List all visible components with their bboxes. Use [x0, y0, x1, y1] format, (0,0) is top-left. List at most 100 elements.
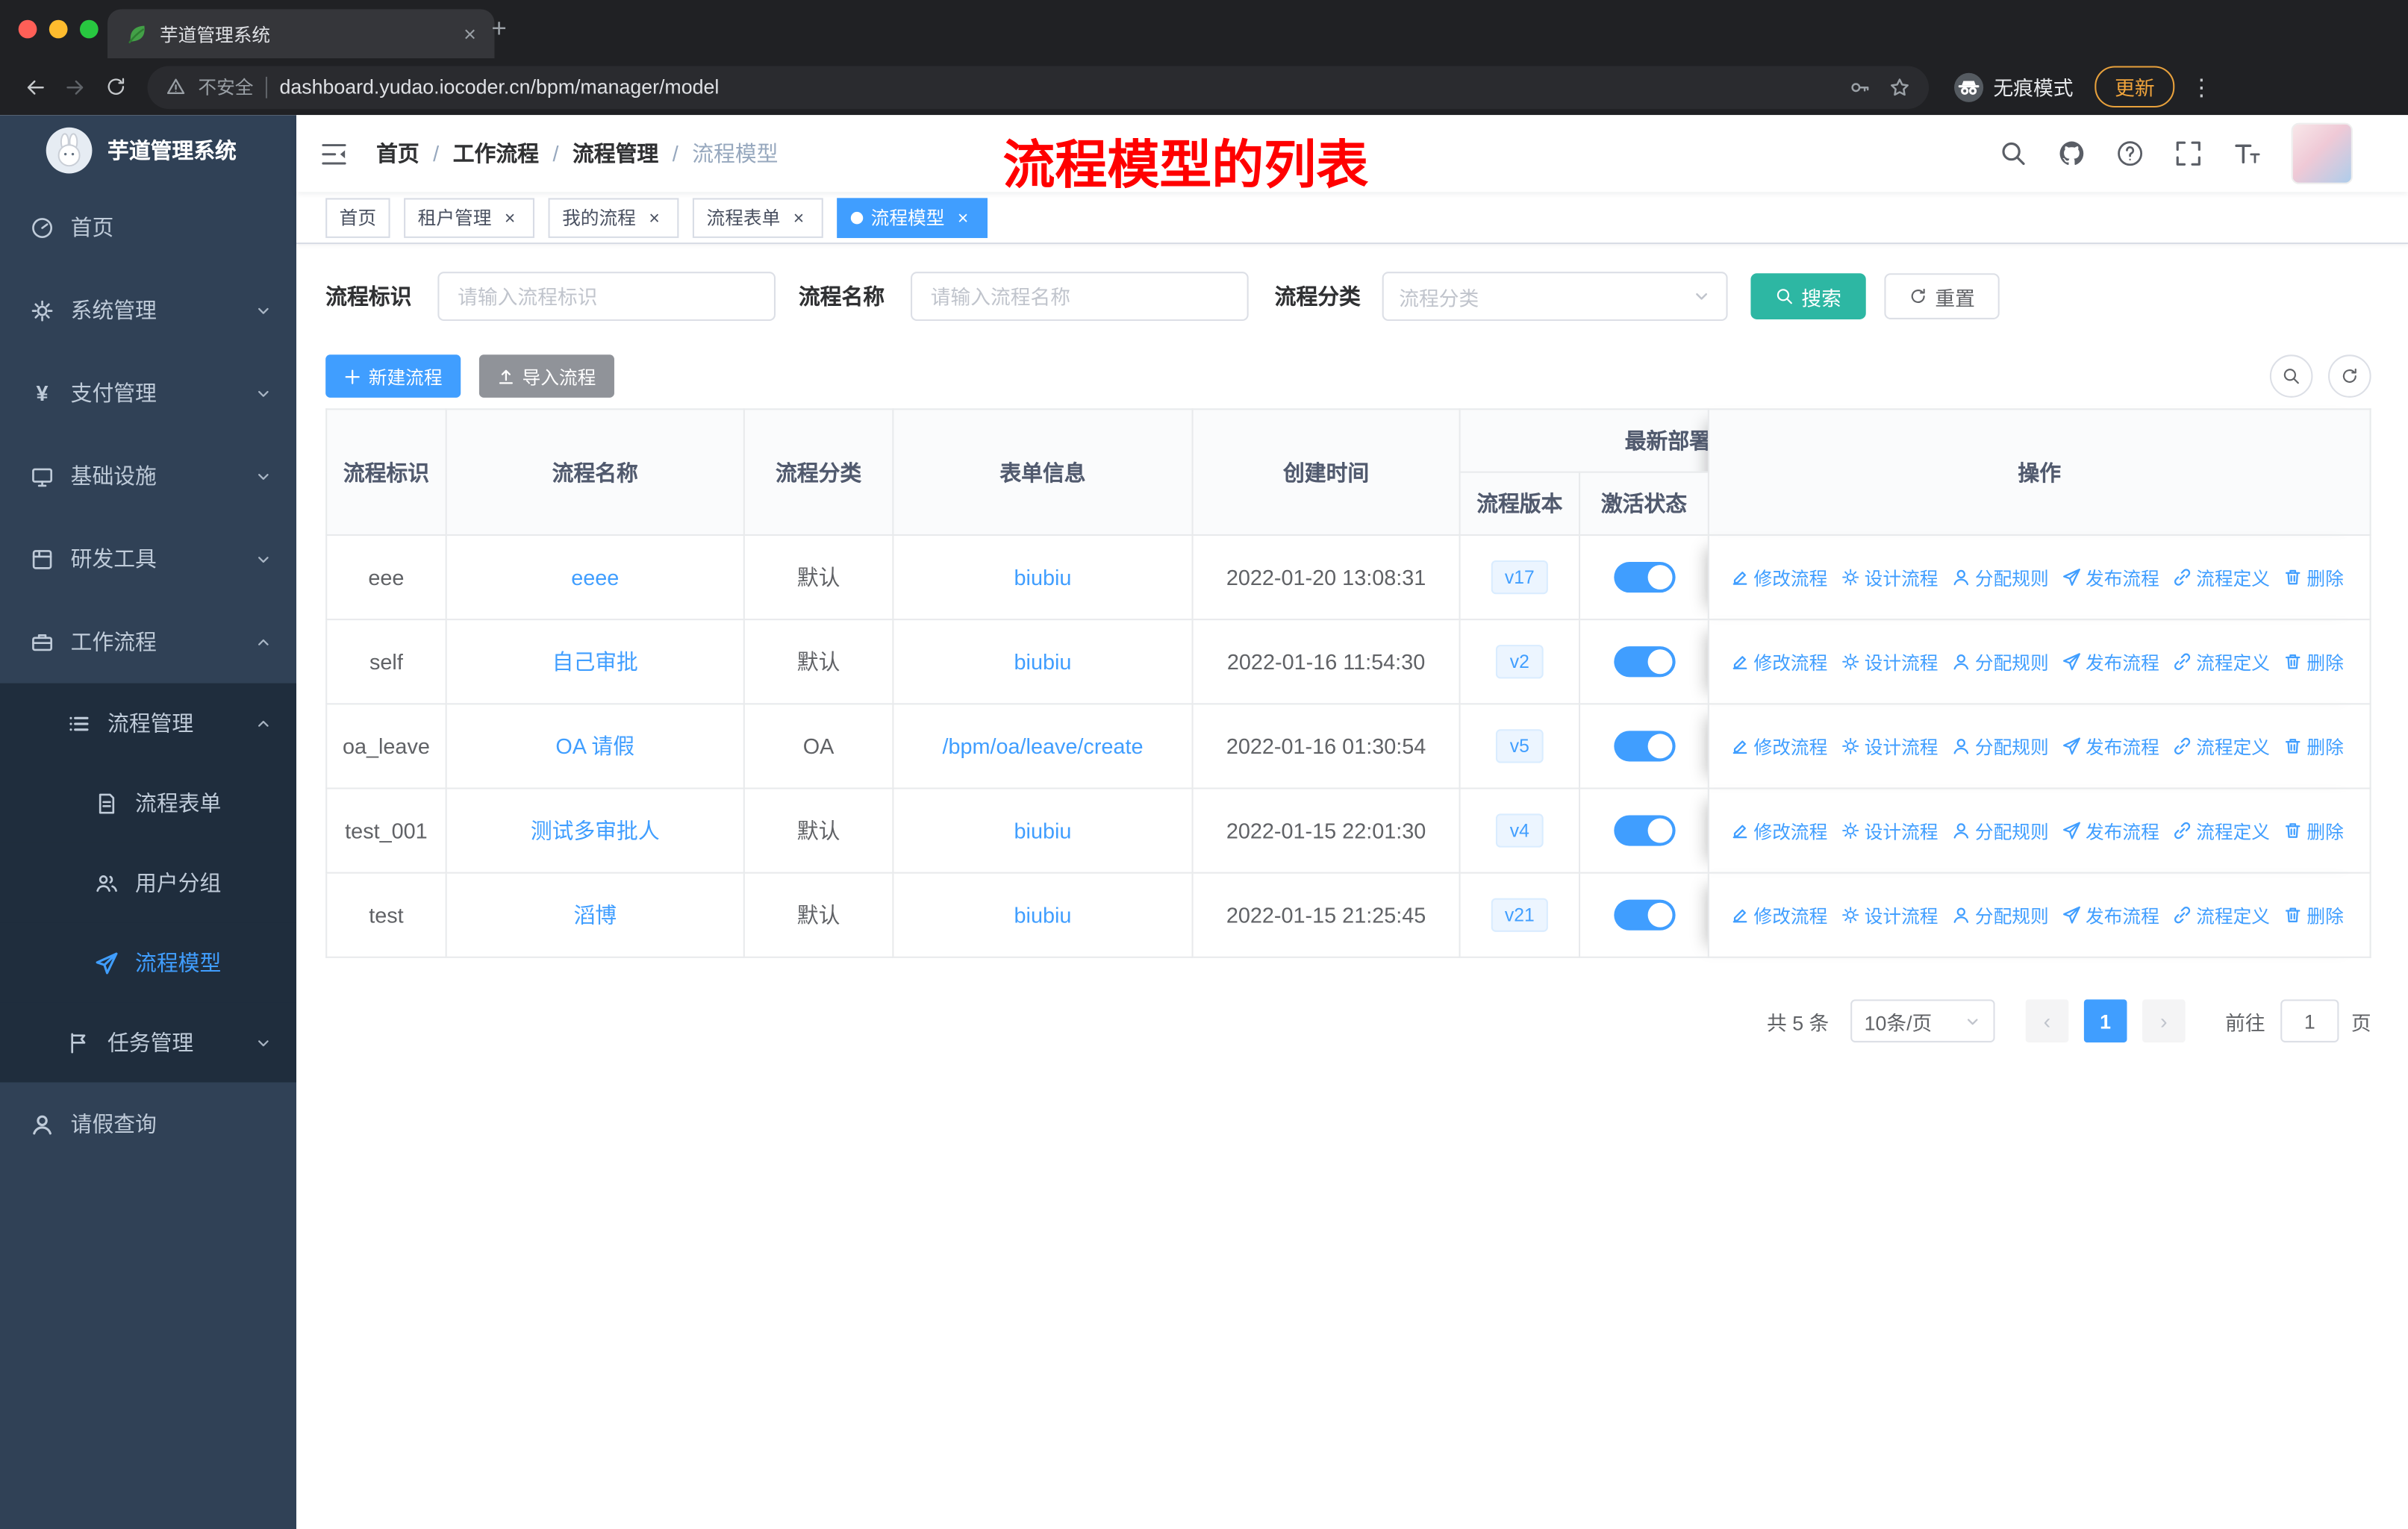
- action-edit-process[interactable]: 修改流程: [1731, 902, 1827, 928]
- active-toggle[interactable]: [1613, 899, 1675, 931]
- active-toggle[interactable]: [1613, 815, 1675, 846]
- bookmark-star-icon[interactable]: [1889, 76, 1911, 98]
- address-bar[interactable]: 不安全 dashboard.yudao.iocoder.cn/bpm/manag…: [147, 65, 1930, 109]
- close-icon[interactable]: ×: [499, 207, 521, 228]
- process-name-link[interactable]: 滔博: [573, 903, 617, 928]
- form-info-link[interactable]: biubiu: [1014, 903, 1072, 928]
- form-info-link[interactable]: biubiu: [1014, 819, 1072, 843]
- action-design-process[interactable]: 设计流程: [1841, 733, 1938, 759]
- action-assign-rule[interactable]: 分配规则: [1952, 564, 2049, 590]
- action-edit-process[interactable]: 修改流程: [1731, 818, 1827, 844]
- action-assign-rule[interactable]: 分配规则: [1952, 648, 2049, 675]
- form-info-link[interactable]: /bpm/oa/leave/create: [942, 734, 1143, 758]
- sidebar-item-payment[interactable]: ¥ 支付管理: [0, 351, 296, 434]
- question-icon[interactable]: [2116, 140, 2144, 167]
- breadcrumb-workflow[interactable]: 工作流程: [453, 138, 539, 169]
- action-publish-process[interactable]: 发布流程: [2062, 648, 2159, 675]
- url-text[interactable]: dashboard.yudao.iocoder.cn/bpm/manager/m…: [279, 75, 719, 99]
- action-design-process[interactable]: 设计流程: [1841, 902, 1938, 928]
- font-size-icon[interactable]: [2233, 140, 2260, 167]
- github-icon[interactable]: [2058, 140, 2086, 167]
- action-design-process[interactable]: 设计流程: [1841, 564, 1938, 590]
- breadcrumb-home[interactable]: 首页: [376, 138, 419, 169]
- sidebar-item-devtools[interactable]: 研发工具: [0, 517, 296, 600]
- category-select[interactable]: 流程分类: [1382, 272, 1728, 321]
- back-button[interactable]: [16, 66, 55, 106]
- sidebar-item-task-management[interactable]: 任务管理: [0, 1002, 297, 1083]
- browser-menu-icon[interactable]: ⋮: [2190, 73, 2213, 101]
- action-delete[interactable]: 删除: [2284, 648, 2344, 675]
- sidebar-item-process-form[interactable]: 流程表单: [0, 763, 297, 843]
- page-size-select[interactable]: 10条/页: [1850, 999, 1995, 1042]
- process-name-link[interactable]: 测试多审批人: [531, 819, 660, 843]
- close-icon[interactable]: ×: [788, 207, 810, 228]
- goto-page-input[interactable]: [2280, 999, 2339, 1042]
- action-edit-process[interactable]: 修改流程: [1731, 733, 1827, 759]
- sidebar-item-leave-query[interactable]: 请假查询: [0, 1082, 296, 1165]
- fold-menu-icon[interactable]: [319, 139, 349, 168]
- page-number-1[interactable]: 1: [2083, 999, 2127, 1042]
- form-info-link[interactable]: biubiu: [1014, 649, 1072, 674]
- sidebar-item-user-group[interactable]: 用户分组: [0, 842, 297, 923]
- forward-button[interactable]: [55, 66, 95, 106]
- action-publish-process[interactable]: 发布流程: [2062, 818, 2159, 844]
- tab-chip-my-process[interactable]: 我的流程 ×: [548, 197, 679, 237]
- action-design-process[interactable]: 设计流程: [1841, 818, 1938, 844]
- active-toggle[interactable]: [1613, 646, 1675, 678]
- action-assign-rule[interactable]: 分配规则: [1952, 733, 2049, 759]
- search-icon[interactable]: [2000, 140, 2027, 167]
- action-design-process[interactable]: 设计流程: [1841, 648, 1938, 675]
- create-process-button[interactable]: 新建流程: [325, 354, 461, 398]
- active-toggle[interactable]: [1613, 562, 1675, 593]
- action-assign-rule[interactable]: 分配规则: [1952, 818, 2049, 844]
- reload-button[interactable]: [96, 66, 135, 106]
- search-button[interactable]: 搜索: [1750, 273, 1866, 319]
- process-name-link[interactable]: eeee: [571, 565, 619, 590]
- action-publish-process[interactable]: 发布流程: [2062, 733, 2159, 759]
- action-delete[interactable]: 删除: [2284, 564, 2344, 590]
- action-delete[interactable]: 删除: [2284, 902, 2344, 928]
- process-name-link[interactable]: 自己审批: [552, 649, 638, 674]
- app-logo[interactable]: 芋道管理系统: [0, 115, 296, 186]
- sidebar-item-infrastructure[interactable]: 基础设施: [0, 434, 296, 517]
- action-assign-rule[interactable]: 分配规则: [1952, 902, 2049, 928]
- sidebar-item-system[interactable]: 系统管理: [0, 269, 296, 351]
- action-process-definition[interactable]: 流程定义: [2173, 902, 2270, 928]
- tab-chip-process-form[interactable]: 流程表单 ×: [692, 197, 823, 237]
- action-edit-process[interactable]: 修改流程: [1731, 648, 1827, 675]
- sidebar-item-workflow[interactable]: 工作流程: [0, 600, 296, 683]
- action-publish-process[interactable]: 发布流程: [2062, 564, 2159, 590]
- action-process-definition[interactable]: 流程定义: [2173, 818, 2270, 844]
- tab-chip-home[interactable]: 首页: [325, 197, 390, 237]
- action-delete[interactable]: 删除: [2284, 733, 2344, 759]
- process-id-input[interactable]: [437, 272, 776, 321]
- sidebar-item-process-model[interactable]: 流程模型: [0, 922, 297, 1003]
- prev-page-button[interactable]: ‹: [2025, 999, 2069, 1042]
- import-process-button[interactable]: 导入流程: [478, 354, 615, 398]
- window-close-button[interactable]: [18, 19, 37, 39]
- action-edit-process[interactable]: 修改流程: [1731, 564, 1827, 590]
- reset-button[interactable]: 重置: [1884, 273, 2000, 319]
- tab-close-icon[interactable]: ×: [458, 22, 482, 46]
- action-process-definition[interactable]: 流程定义: [2173, 648, 2270, 675]
- process-name-link[interactable]: OA 请假: [555, 734, 634, 758]
- window-zoom-button[interactable]: [79, 19, 99, 39]
- close-icon[interactable]: ×: [952, 207, 974, 228]
- tab-chip-tenant[interactable]: 租户管理 ×: [404, 197, 535, 237]
- fullscreen-icon[interactable]: [2174, 140, 2202, 167]
- action-process-definition[interactable]: 流程定义: [2173, 564, 2270, 590]
- refresh-table-button[interactable]: [2328, 354, 2371, 398]
- form-info-link[interactable]: biubiu: [1014, 565, 1072, 590]
- action-publish-process[interactable]: 发布流程: [2062, 902, 2159, 928]
- new-tab-button[interactable]: +: [482, 12, 516, 46]
- sidebar-item-process-management[interactable]: 流程管理: [0, 683, 297, 763]
- browser-tab[interactable]: 芋道管理系统 ×: [107, 9, 495, 59]
- toggle-search-button[interactable]: [2269, 354, 2313, 398]
- window-minimize-button[interactable]: [49, 19, 68, 39]
- key-icon[interactable]: [1849, 76, 1871, 98]
- user-avatar[interactable]: [2291, 122, 2353, 184]
- process-name-input[interactable]: [911, 272, 1249, 321]
- next-page-button[interactable]: ›: [2142, 999, 2186, 1042]
- close-icon[interactable]: ×: [643, 207, 665, 228]
- action-delete[interactable]: 删除: [2284, 818, 2344, 844]
